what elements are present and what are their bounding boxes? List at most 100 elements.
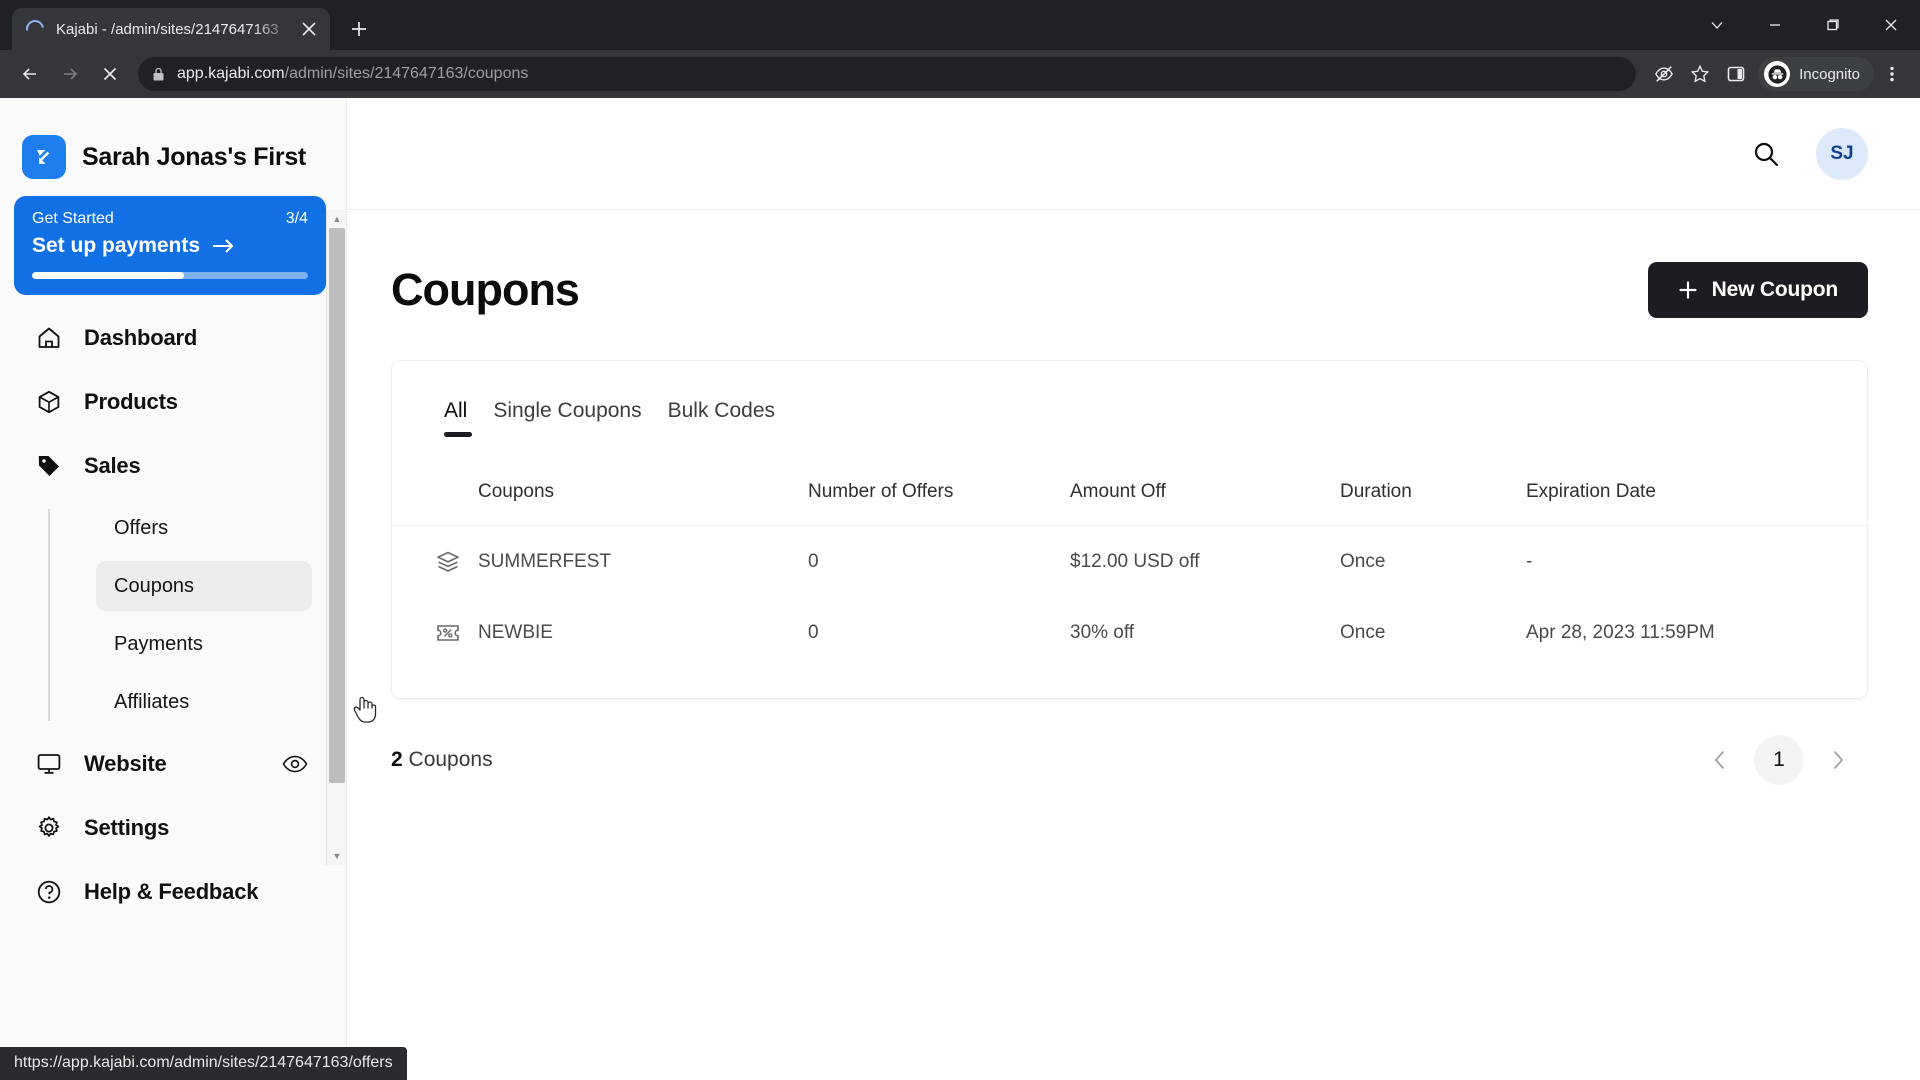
minimize-icon[interactable] xyxy=(1746,0,1804,50)
sidebar-item-sales[interactable]: Sales xyxy=(14,437,326,495)
pagination: 1 xyxy=(1698,735,1860,785)
sidebar-item-help-feedback[interactable]: Help & Feedback xyxy=(14,863,326,921)
arrow-right-icon xyxy=(212,238,234,254)
cell-expiration-date: Apr 28, 2023 11:59PM xyxy=(1526,622,1715,643)
tab-title: Kajabi - /admin/sites/2147647163 xyxy=(56,20,279,38)
table-row[interactable]: NEWBIE 0 30% off Once Apr 28, 2023 11:59… xyxy=(392,598,1867,668)
home-icon xyxy=(36,325,66,351)
browser-tab[interactable]: Kajabi - /admin/sites/2147647163 xyxy=(12,8,330,50)
column-header-number-of-offers: Number of Offers xyxy=(808,481,954,502)
sidebar-item-label: Help & Feedback xyxy=(84,879,259,904)
window-controls xyxy=(1688,0,1920,50)
tab-label: Single Coupons xyxy=(493,399,642,422)
column-header-expiration-date: Expiration Date xyxy=(1526,481,1656,502)
pagination-page-1[interactable]: 1 xyxy=(1754,735,1804,785)
incognito-icon xyxy=(1764,61,1791,87)
sidebar-subnav-sales: Offers Coupons Payments Affiliates xyxy=(44,503,346,727)
tab-bulk-codes[interactable]: Bulk Codes xyxy=(668,399,775,437)
sidebar-item-label: Dashboard xyxy=(84,325,198,350)
page-title: Coupons xyxy=(391,264,580,315)
chevron-down-icon[interactable] xyxy=(1688,0,1746,50)
box-icon xyxy=(36,389,66,415)
sidebar-item-dashboard[interactable]: Dashboard xyxy=(14,309,326,367)
scroll-up-arrow-icon[interactable]: ▲ xyxy=(327,210,347,228)
tag-icon xyxy=(36,453,66,479)
get-started-progress-fill xyxy=(32,272,184,279)
side-panel-icon[interactable] xyxy=(1718,56,1754,92)
close-icon[interactable] xyxy=(296,16,322,42)
loading-spinner-icon xyxy=(22,16,48,42)
sidebar-item-affiliates[interactable]: Affiliates xyxy=(96,677,312,727)
column-header-icon xyxy=(392,481,478,526)
coupons-card: All Single Coupons Bulk Codes Coupons Nu… xyxy=(391,360,1868,699)
sidebar-scrollbar[interactable]: ▲ ▼ xyxy=(326,210,346,865)
pagination-next-button[interactable] xyxy=(1816,738,1860,782)
avatar[interactable]: SJ xyxy=(1816,127,1868,180)
address-bar-text: app.kajabi.com/admin/sites/2147647163/co… xyxy=(177,65,528,83)
sidebar-item-products[interactable]: Products xyxy=(14,373,326,431)
lock-icon xyxy=(152,67,165,82)
kajabi-logo-icon xyxy=(22,135,66,179)
coupon-tabs: All Single Coupons Bulk Codes xyxy=(392,399,1867,437)
coupon-ticket-icon xyxy=(436,622,478,644)
tab-single-coupons[interactable]: Single Coupons xyxy=(493,399,641,437)
maximize-icon[interactable] xyxy=(1804,0,1862,50)
sidebar-item-payments[interactable]: Payments xyxy=(96,619,312,669)
window-close-icon[interactable] xyxy=(1862,0,1920,50)
row-icon-cell xyxy=(392,526,478,599)
get-started-card[interactable]: Get Started 3/4 Set up payments xyxy=(14,196,326,295)
sidebar-nav: Dashboard Products Sales Offers Coupons … xyxy=(0,309,346,921)
question-circle-icon xyxy=(36,879,66,905)
eye-slash-icon[interactable] xyxy=(1646,56,1682,92)
sidebar-item-coupons[interactable]: Coupons xyxy=(96,561,312,611)
search-icon[interactable] xyxy=(1752,140,1780,168)
tab-all[interactable]: All xyxy=(444,399,473,437)
tab-strip: Kajabi - /admin/sites/2147647163 xyxy=(0,0,1920,50)
brand-name: Sarah Jonas's First xyxy=(82,142,306,171)
status-bar-url: https://app.kajabi.com/admin/sites/21476… xyxy=(0,1047,407,1080)
browser-toolbar: app.kajabi.com/admin/sites/2147647163/co… xyxy=(0,50,1920,98)
page-header: Coupons New Coupon xyxy=(391,262,1868,318)
new-coupon-button[interactable]: New Coupon xyxy=(1647,262,1868,318)
stop-loading-icon[interactable] xyxy=(90,54,130,94)
coupon-count-label: Coupons xyxy=(402,748,493,771)
app-topbar: SJ xyxy=(347,98,1920,210)
cell-amount-off: 30% off xyxy=(1070,622,1135,643)
address-bar[interactable]: app.kajabi.com/admin/sites/2147647163/co… xyxy=(138,57,1637,91)
cell-amount-off: $12.00 USD off xyxy=(1070,551,1200,572)
main-content: SJ Coupons New Coupon All Single Coupons… xyxy=(346,98,1920,1080)
cell-expiration-date: - xyxy=(1526,551,1533,572)
sidebar-item-label: Sales xyxy=(84,453,141,478)
table-row[interactable]: SUMMERFEST 0 $12.00 USD off Once - xyxy=(392,526,1867,599)
three-dot-menu-icon[interactable] xyxy=(1874,56,1910,92)
sidebar-subitem-label: Payments xyxy=(114,632,203,655)
scrollbar-thumb[interactable] xyxy=(329,228,345,783)
sidebar-subitem-label: Coupons xyxy=(114,574,195,597)
new-tab-button[interactable] xyxy=(342,12,376,46)
sidebar-item-settings[interactable]: Settings xyxy=(14,799,326,857)
coupon-count-value: 2 xyxy=(391,748,403,771)
pagination-prev-button[interactable] xyxy=(1698,738,1742,782)
content-area: Coupons New Coupon All Single Coupons Bu… xyxy=(347,210,1920,785)
forward-icon[interactable] xyxy=(50,54,90,94)
incognito-profile-button[interactable]: Incognito xyxy=(1758,57,1874,91)
get-started-count: 3/4 xyxy=(285,210,308,227)
gear-icon xyxy=(36,815,66,841)
sidebar-item-website[interactable]: Website xyxy=(14,735,326,793)
brand[interactable]: Sarah Jonas's First xyxy=(0,98,346,194)
monitor-icon xyxy=(36,751,66,777)
sidebar-subitem-label: Offers xyxy=(114,516,169,539)
table-header: Coupons Number of Offers Amount Off Dura… xyxy=(392,481,1867,526)
star-icon[interactable] xyxy=(1682,56,1718,92)
eye-icon[interactable] xyxy=(282,755,308,773)
coupons-table: Coupons Number of Offers Amount Off Dura… xyxy=(392,481,1867,668)
sidebar-item-label: Settings xyxy=(84,815,170,840)
new-coupon-button-label: New Coupon xyxy=(1711,278,1839,301)
cell-duration: Once xyxy=(1340,622,1386,643)
get-started-progress xyxy=(32,272,308,279)
scroll-down-arrow-icon[interactable]: ▼ xyxy=(327,847,347,865)
get-started-action-label: Set up payments xyxy=(32,234,201,257)
back-icon[interactable] xyxy=(10,54,50,94)
coupon-count: 2 Coupons xyxy=(391,748,493,772)
sidebar-item-offers[interactable]: Offers xyxy=(96,503,312,553)
